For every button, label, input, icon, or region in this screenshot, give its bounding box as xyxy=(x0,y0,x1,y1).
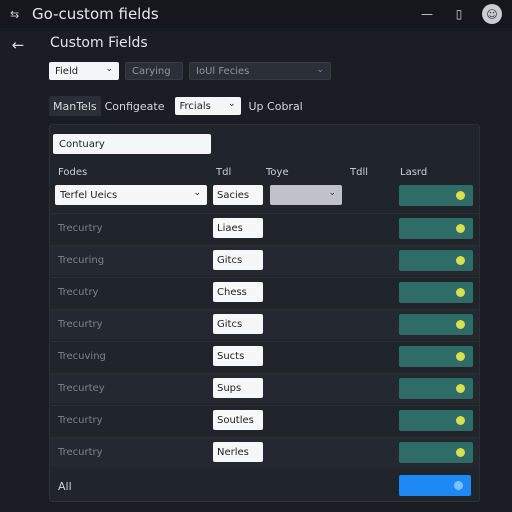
table-row: Trecurtry Liaes xyxy=(50,213,479,243)
toggle-knob-icon xyxy=(456,416,465,425)
field-input-label: Nerles xyxy=(217,446,249,458)
tab-bar: ManTels Configeate Frcials ⌄ Up Cobral xyxy=(49,96,303,116)
toggle-button[interactable] xyxy=(399,410,473,431)
column-header-lasrd: Lasrd xyxy=(400,167,428,178)
row-name: Trecurtry xyxy=(58,319,103,330)
filter-option-1-label: Carying xyxy=(132,65,171,77)
toggle-button[interactable] xyxy=(399,185,473,206)
field-input-label: Sups xyxy=(217,382,242,394)
column-header-toye: Toye xyxy=(266,167,289,178)
app-icon: ⇆ xyxy=(10,7,20,21)
toggle-button[interactable] xyxy=(399,250,473,271)
field-input[interactable]: Sups xyxy=(213,378,263,398)
row-name: Trecurtry xyxy=(58,447,103,458)
back-arrow-icon[interactable]: ← xyxy=(9,36,27,54)
tab-select-label: Frcials xyxy=(179,100,211,112)
row-name: Trecutry xyxy=(58,287,99,298)
filter-row: Field ⌄ Carying IoUl Fecies ⌄ xyxy=(49,62,331,80)
field-input[interactable]: Sucts xyxy=(213,346,263,366)
filter-option-2-label: IoUl Fecies xyxy=(196,65,250,77)
toggle-button[interactable] xyxy=(399,346,473,367)
avatar[interactable]: ☺ xyxy=(482,4,502,24)
toggle-knob-icon xyxy=(456,352,465,361)
toggle-knob-icon xyxy=(456,320,465,329)
field-input-label: Gitcs xyxy=(217,318,243,330)
field-input-label: Sacies xyxy=(217,189,250,201)
field-input-label: Sucts xyxy=(217,350,245,362)
tab-up-cobral-label: Up Cobral xyxy=(248,99,303,113)
field-input-label: Soutles xyxy=(217,414,254,426)
window-title: Go-custom fields xyxy=(32,5,159,23)
filter-option-1[interactable]: Carying xyxy=(125,62,183,80)
table-row: Trecuving Sucts xyxy=(50,341,479,371)
footer-all-label: All xyxy=(58,480,72,493)
toggle-button[interactable] xyxy=(399,442,473,463)
table-row-first: Terfel Ueics ⌄ Sacies ⌄ xyxy=(50,183,479,213)
table-row: Trecurtry Gitcs xyxy=(50,309,479,339)
toggle-button[interactable] xyxy=(399,282,473,303)
field-select[interactable]: Field ⌄ xyxy=(49,62,119,80)
tab-mantels[interactable]: ManTels xyxy=(49,96,101,116)
chevron-down-icon: ⌄ xyxy=(316,65,324,75)
row-name: Trecuring xyxy=(58,255,105,266)
tab-configeate[interactable]: Configeate xyxy=(101,96,169,116)
field-input[interactable]: Soutles xyxy=(213,410,263,430)
table-row: Trecutry Chess xyxy=(50,277,479,307)
toggle-button[interactable] xyxy=(399,314,473,335)
custom-fields-panel: Fodes Tdl Toye Tdll Lasrd Terfel Ueics ⌄… xyxy=(49,124,480,502)
field-input[interactable]: Sacies xyxy=(213,185,263,205)
field-input[interactable]: Gitcs xyxy=(213,314,263,334)
filter-option-2[interactable]: IoUl Fecies ⌄ xyxy=(189,62,331,80)
chevron-down-icon: ⌄ xyxy=(328,188,336,198)
tab-up-cobral[interactable]: Up Cobral xyxy=(249,100,303,113)
field-input[interactable]: Nerles xyxy=(213,442,263,462)
toggle-knob-icon xyxy=(456,191,465,200)
title-bar: ⇆ Go-custom fields — ▯ ☺ xyxy=(0,0,512,28)
search-input[interactable] xyxy=(53,134,211,154)
column-header-tdl: Tdl xyxy=(216,167,232,178)
toggle-knob-icon xyxy=(456,288,465,297)
table-row: Trecuring Gitcs xyxy=(50,245,479,275)
tab-mantels-label: ManTels xyxy=(53,99,97,113)
column-header-fodes: Fodes xyxy=(58,167,88,178)
toggle-knob-icon xyxy=(456,224,465,233)
tab-configeate-label: Configeate xyxy=(104,99,165,113)
toggle-knob-icon xyxy=(456,448,465,457)
toggle-knob-icon xyxy=(456,384,465,393)
toggle-button[interactable] xyxy=(399,378,473,399)
type-select[interactable]: ⌄ xyxy=(270,185,342,205)
restore-icon[interactable]: ▯ xyxy=(450,5,468,23)
field-input-label: Liaes xyxy=(217,222,243,234)
field-input[interactable]: Gitcs xyxy=(213,250,263,270)
table-row: Trecurtey Sups xyxy=(50,373,479,403)
chevron-down-icon: ⌄ xyxy=(105,64,113,74)
row-name: Trecuving xyxy=(58,351,106,362)
chevron-down-icon: ⌄ xyxy=(193,188,201,198)
row-name: Trecurtry xyxy=(58,415,103,426)
primary-toggle-button[interactable] xyxy=(399,475,471,496)
toggle-knob-icon xyxy=(454,481,463,490)
field-select-label: Field xyxy=(55,65,79,77)
chevron-down-icon: ⌄ xyxy=(227,99,236,109)
name-select[interactable]: Terfel Ueics ⌄ xyxy=(55,185,207,205)
field-input[interactable]: Liaes xyxy=(213,218,263,238)
minimize-icon[interactable]: — xyxy=(418,5,436,23)
table-row: Trecurtry Nerles xyxy=(50,437,479,467)
tab-select[interactable]: Frcials ⌄ xyxy=(174,97,241,115)
row-name: Trecurtey xyxy=(58,383,105,394)
table-row: Trecurtry Soutles xyxy=(50,405,479,435)
field-input-label: Gitcs xyxy=(217,254,243,266)
column-header-tdll: Tdll xyxy=(350,167,369,178)
page-title: Custom Fields xyxy=(50,35,148,51)
field-input-label: Chess xyxy=(217,286,247,298)
toggle-button[interactable] xyxy=(399,218,473,239)
row-name: Trecurtry xyxy=(58,223,103,234)
toggle-knob-icon xyxy=(456,256,465,265)
window-controls: — ▯ ☺ xyxy=(418,4,502,24)
name-select-label: Terfel Ueics xyxy=(60,189,118,201)
field-input[interactable]: Chess xyxy=(213,282,263,302)
